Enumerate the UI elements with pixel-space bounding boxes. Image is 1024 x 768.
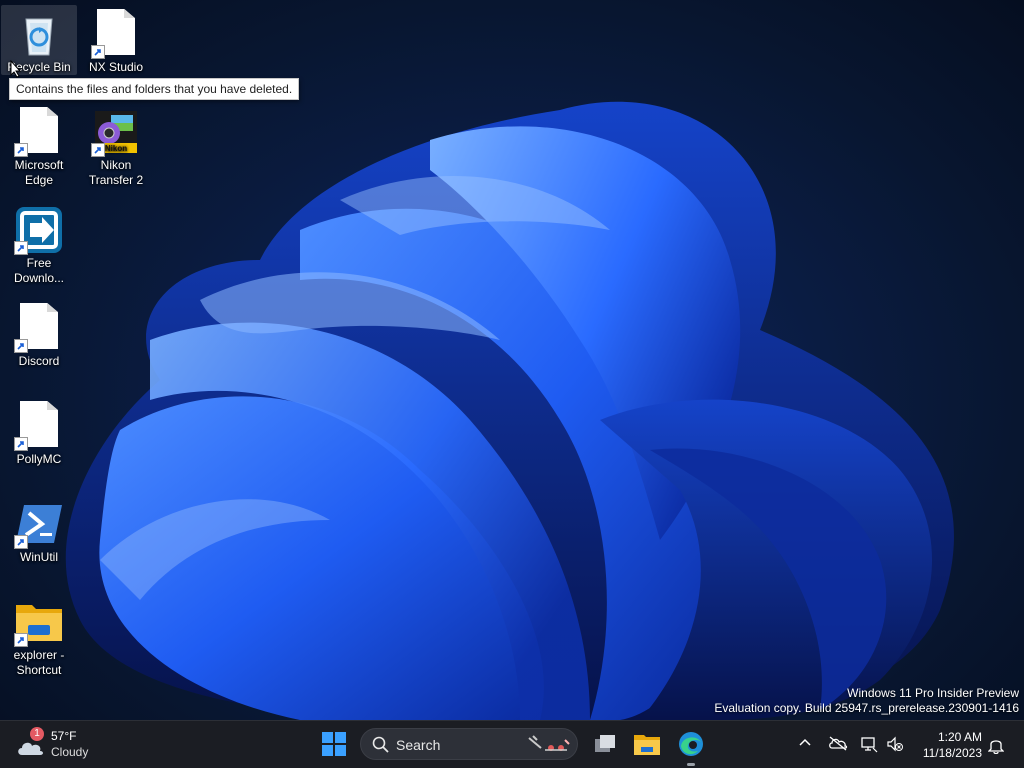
search-label: Search bbox=[396, 737, 441, 753]
notification-badge: 1 bbox=[30, 727, 44, 741]
free-download-manager-icon bbox=[14, 205, 64, 255]
file-shortcut-icon bbox=[14, 303, 64, 353]
desktop: Recycle Bin NX Studio Microsoft Edge Nik… bbox=[0, 0, 1024, 720]
file-explorer-button[interactable] bbox=[632, 729, 662, 759]
taskbar-search-box[interactable]: Search bbox=[360, 728, 578, 760]
desktop-icon-label: NX Studio bbox=[88, 60, 144, 74]
powershell-icon bbox=[14, 499, 64, 549]
desktop-icon-microsoft-edge[interactable]: Microsoft Edge bbox=[1, 103, 77, 187]
taskbar-clock[interactable]: 1:20 AM 11/18/2023 bbox=[923, 729, 982, 761]
onedrive-offline-icon[interactable] bbox=[828, 735, 848, 751]
clock-date: 11/18/2023 bbox=[922, 746, 982, 760]
shortcut-arrow-icon bbox=[14, 143, 28, 157]
desktop-icon-explorer-shortcut[interactable]: explorer - Shortcut bbox=[1, 593, 77, 677]
desktop-icon-winutil[interactable]: WinUtil bbox=[1, 495, 77, 565]
weather-condition: Cloudy bbox=[51, 745, 89, 759]
volume-muted-icon[interactable] bbox=[886, 735, 904, 753]
shortcut-arrow-icon bbox=[91, 143, 105, 157]
desktop-icon-label: Free Downlo... bbox=[13, 256, 65, 285]
shortcut-arrow-icon bbox=[14, 633, 28, 647]
desktop-icon-label: explorer - Shortcut bbox=[13, 648, 65, 677]
watermark-line-1: Windows 11 Pro Insider Preview bbox=[847, 686, 1019, 700]
notification-bell-icon[interactable] bbox=[988, 736, 1004, 754]
recycle-bin-icon bbox=[14, 9, 64, 59]
folder-icon bbox=[14, 597, 64, 647]
shortcut-arrow-icon bbox=[14, 535, 28, 549]
desktop-icon-label: Microsoft Edge bbox=[14, 158, 64, 187]
network-icon[interactable] bbox=[860, 735, 878, 753]
desktop-icon-pollymc[interactable]: PollyMC bbox=[1, 397, 77, 467]
taskbar: 1 57°F Cloudy Search 1:20 AM 11/18/2023 bbox=[0, 720, 1024, 768]
mouse-cursor-icon bbox=[10, 60, 22, 78]
show-hidden-icons-chevron-icon[interactable] bbox=[798, 735, 812, 749]
shortcut-arrow-icon bbox=[91, 45, 105, 59]
desktop-icon-free-download-manager[interactable]: Free Downlo... bbox=[1, 201, 77, 285]
file-shortcut-icon bbox=[14, 107, 64, 157]
recycle-bin-tooltip: Contains the files and folders that you … bbox=[9, 78, 300, 100]
file-shortcut-icon bbox=[91, 9, 141, 59]
clock-time: 1:20 AM bbox=[937, 730, 982, 744]
weather-widget[interactable]: 1 57°F Cloudy bbox=[14, 727, 114, 763]
shortcut-arrow-icon bbox=[14, 339, 28, 353]
evaluation-watermark: Windows 11 Pro Insider Preview Evaluatio… bbox=[714, 686, 1019, 716]
desktop-icon-discord[interactable]: Discord bbox=[1, 299, 77, 369]
shortcut-arrow-icon bbox=[14, 241, 28, 255]
start-button[interactable] bbox=[321, 731, 347, 757]
desktop-icon-label: Discord bbox=[18, 354, 60, 368]
desktop-icon-nx-studio[interactable]: NX Studio bbox=[78, 5, 154, 75]
microsoft-edge-button[interactable] bbox=[676, 729, 706, 759]
task-view-button[interactable] bbox=[590, 729, 620, 759]
shortcut-arrow-icon bbox=[14, 437, 28, 451]
svg-text:Nikon: Nikon bbox=[105, 144, 127, 153]
watermark-line-2: Evaluation copy. Build 25947.rs_prerelea… bbox=[714, 701, 1019, 715]
file-shortcut-icon bbox=[14, 401, 64, 451]
weather-temperature: 57°F bbox=[51, 729, 77, 743]
desktop-icon-label: WinUtil bbox=[20, 550, 58, 564]
desktop-icon-nikon-transfer-2[interactable]: Nikon Nikon Transfer 2 bbox=[78, 103, 154, 187]
desktop-icon-label: Nikon Transfer 2 bbox=[88, 158, 144, 187]
edge-running-indicator bbox=[687, 763, 695, 766]
desktop-icon-label: PollyMC bbox=[16, 452, 62, 466]
nikon-transfer-icon: Nikon bbox=[91, 107, 141, 157]
search-highlight-icon bbox=[528, 735, 570, 751]
search-icon bbox=[372, 736, 389, 753]
